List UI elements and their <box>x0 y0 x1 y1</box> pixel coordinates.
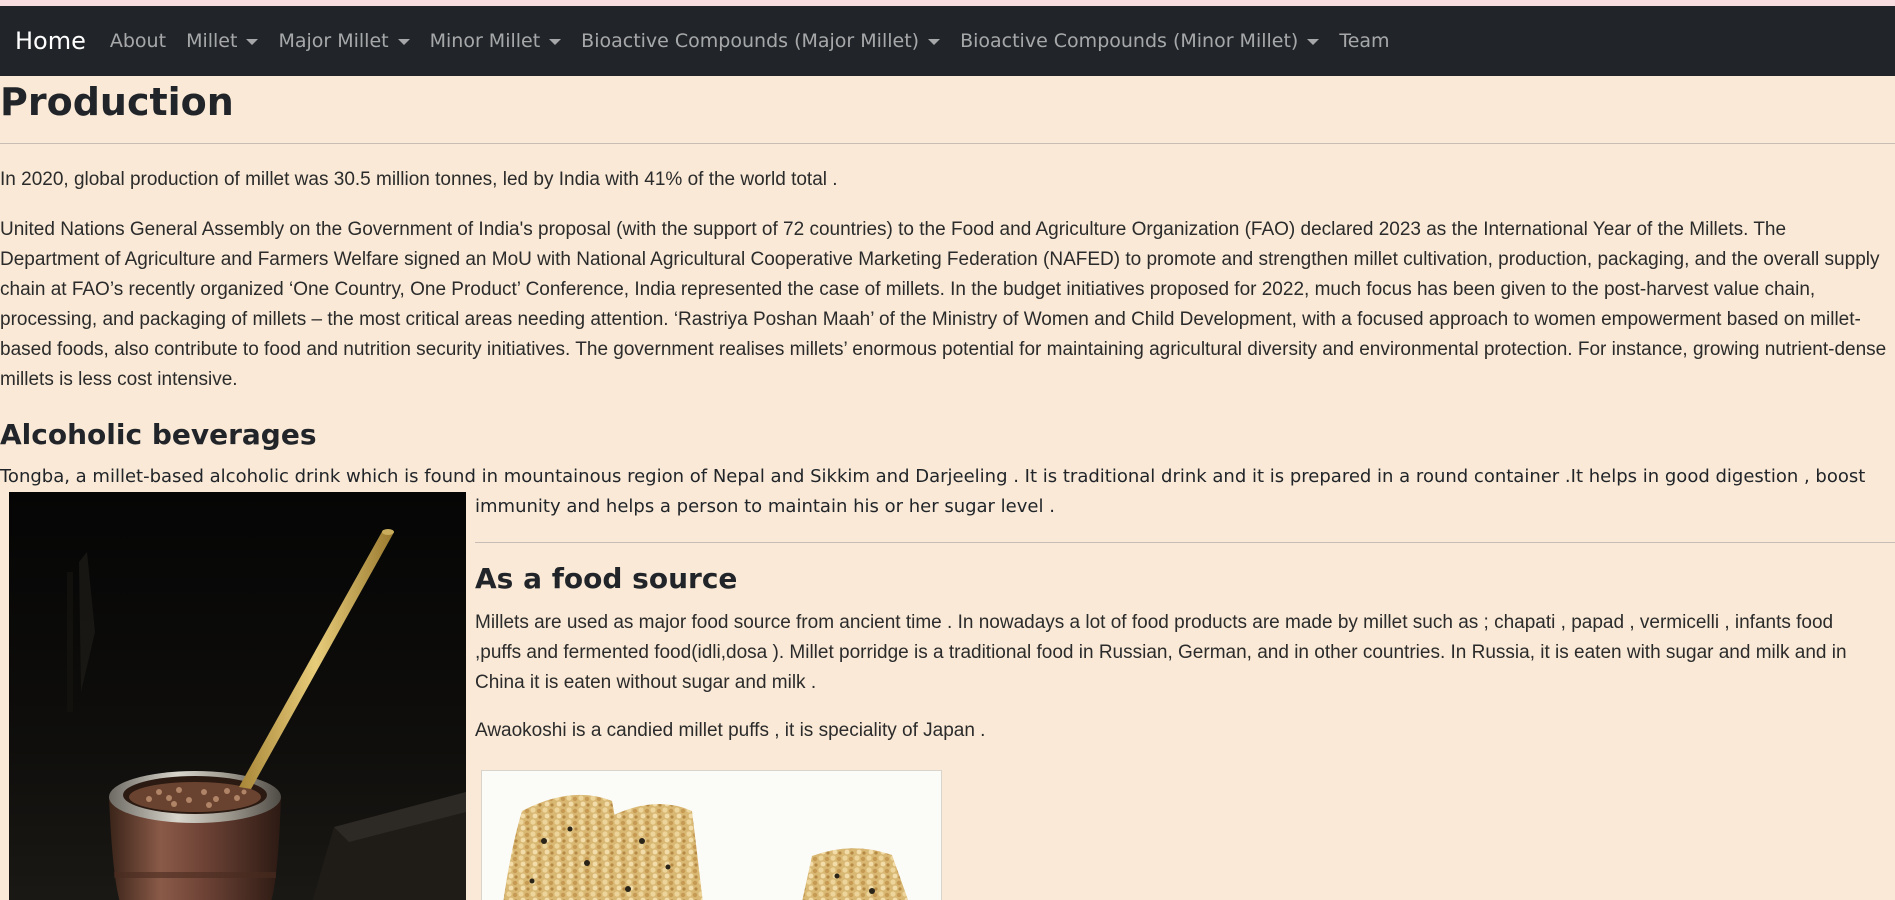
awaokoshi-paragraph: Awaokoshi is a candied millet puffs , it… <box>475 720 986 741</box>
divider <box>0 143 1895 144</box>
nav-item-label: Major Millet <box>278 30 389 52</box>
nav-item-about[interactable]: About <box>100 30 176 52</box>
nav-item-label: Millet <box>186 30 238 52</box>
nav-item-millet[interactable]: Millet <box>176 30 268 52</box>
page-title: Production <box>0 80 234 124</box>
caret-down-icon <box>549 39 562 45</box>
production-intro: In 2020, global production of millet was… <box>0 169 838 190</box>
nav-item-label: Team <box>1339 30 1390 52</box>
caret-down-icon <box>246 39 259 45</box>
nav-item-label: Bioactive Compounds (Minor Millet) <box>960 30 1299 52</box>
alcoholic-beverages-heading: Alcoholic beverages <box>0 418 317 451</box>
nav-item-major-millet[interactable]: Major Millet <box>268 30 419 52</box>
nav-item-team[interactable]: Team <box>1329 30 1399 52</box>
caret-down-icon <box>928 39 941 45</box>
nav-item-bioactive-minor[interactable]: Bioactive Compounds (Minor Millet) <box>950 30 1329 52</box>
caret-down-icon <box>397 39 410 45</box>
un-paragraph: United Nations General Assembly on the G… <box>0 219 1887 390</box>
nav-item-label: Bioactive Compounds (Major Millet) <box>581 30 920 52</box>
nav-item-label: About <box>109 30 167 52</box>
food-source-paragraph: Millets are used as major food source fr… <box>475 612 1847 693</box>
divider <box>475 542 1895 543</box>
food-source-heading: As a food source <box>475 562 738 595</box>
tongba-drink-image <box>9 492 466 900</box>
tongba-text-line2: immunity and helps a person to maintain … <box>475 496 1055 517</box>
navbar: Home About Millet Major Millet Minor Mil… <box>0 6 1895 76</box>
millet-puffs-image <box>481 770 942 900</box>
nav-item-label: Minor Millet <box>429 30 541 52</box>
caret-down-icon <box>1307 39 1320 45</box>
main-content: Production In 2020, global production of… <box>0 76 1895 900</box>
nav-item-bioactive-major[interactable]: Bioactive Compounds (Major Millet) <box>571 30 950 52</box>
nav-item-minor-millet[interactable]: Minor Millet <box>420 30 572 52</box>
nav-brand-home[interactable]: Home <box>15 27 86 55</box>
tongba-text-line1: Tongba, a millet-based alcoholic drink w… <box>0 466 1866 487</box>
